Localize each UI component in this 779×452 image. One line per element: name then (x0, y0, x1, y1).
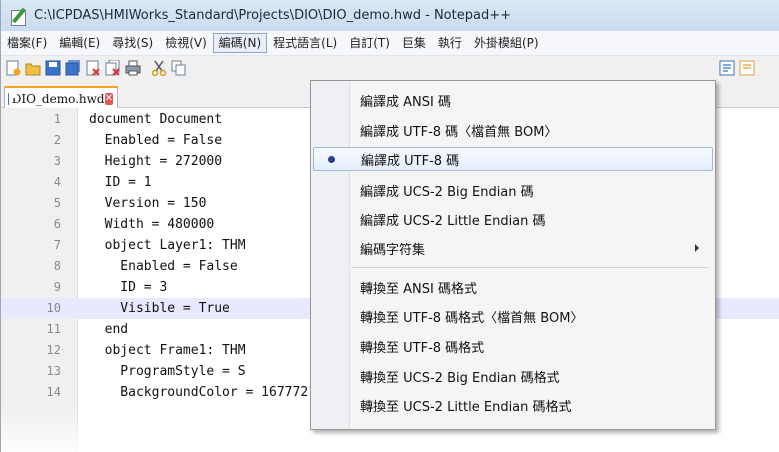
save-icon[interactable] (45, 60, 61, 76)
radio-bullet-icon (328, 155, 335, 163)
menu-encode-utf8[interactable]: 編譯成 UTF-8 碼 (313, 147, 713, 171)
open-file-icon[interactable] (25, 60, 41, 76)
line-text[interactable]: Enabled = False (89, 130, 222, 151)
menu-edit[interactable]: 編輯(E) (53, 33, 106, 53)
line-number: 7 (53, 238, 61, 252)
line-text[interactable]: BackgroundColor = 16777215 (89, 382, 324, 403)
notepad-plus-plus-window: C:\ICPDAS\HMIWorks_Standard\Projects\DIO… (0, 0, 779, 452)
line-text[interactable]: Enabled = False (89, 256, 237, 277)
line-number: 13 (46, 364, 61, 378)
line-text[interactable]: Width = 480000 (89, 214, 215, 235)
line-number: 11 (46, 322, 61, 336)
line-number: 5 (53, 196, 61, 210)
menu-convert-ucs2-be[interactable]: 轉換至 UCS-2 Big Endian 碼格式 (313, 364, 711, 388)
file-saved-icon (8, 92, 15, 105)
line-text[interactable]: ProgramStyle = S (89, 361, 245, 382)
menu-encode-ucs2-le[interactable]: 編譯成 UCS-2 Little Endian 碼 (313, 207, 711, 231)
menu-settings[interactable]: 自訂(T) (343, 33, 396, 53)
menu-item-label: 編碼字符集 (360, 242, 426, 258)
line-text[interactable]: end (89, 319, 129, 340)
title-bar[interactable]: C:\ICPDAS\HMIWorks_Standard\Projects\DIO… (1, 0, 779, 31)
menu-item-label: 轉換至 UCS-2 Little Endian 碼格式 (360, 399, 572, 415)
line-number: 6 (53, 217, 61, 231)
close-all-icon[interactable] (105, 59, 121, 76)
line-text[interactable]: Height = 272000 (89, 151, 222, 172)
menu-item-label: 編譯成 ANSI 碼 (360, 94, 451, 110)
line-text[interactable]: ID = 3 (89, 277, 167, 298)
line-text[interactable]: ID = 1 (89, 172, 152, 193)
line-number: 10 (46, 301, 61, 315)
menu-separator (351, 267, 709, 268)
line-text[interactable]: Version = 150 (89, 193, 207, 214)
line-number: 8 (53, 259, 61, 273)
menu-item-label: 轉換至 ANSI 碼格式 (360, 281, 477, 297)
menu-search[interactable]: 尋找(S) (106, 33, 159, 53)
menu-convert-utf8[interactable]: 轉換至 UTF-8 碼格式 (313, 334, 711, 358)
toolbar (1, 56, 779, 82)
menu-bar: 檔案(F) 編輯(E) 尋找(S) 檢視(V) 編碼(N) 程式語言(L) 自訂… (1, 31, 779, 56)
save-all-icon[interactable] (65, 60, 81, 76)
line-number: 4 (53, 175, 61, 189)
menu-item-label: 編譯成 UCS-2 Little Endian 碼 (360, 213, 546, 229)
line-number: 14 (46, 385, 61, 399)
menu-file[interactable]: 檔案(F) (1, 33, 53, 53)
tab-dio-demo[interactable]: DIO_demo.hwd ✕ (4, 86, 118, 109)
menu-item-label: 轉換至 UCS-2 Big Endian 碼格式 (360, 370, 560, 386)
menu-macro[interactable]: 巨集 (396, 33, 432, 53)
line-number: 1 (53, 112, 61, 126)
menu-plugins[interactable]: 外掛模組(P) (468, 33, 545, 53)
notepad-app-icon (10, 7, 28, 26)
word-wrap-icon[interactable] (719, 60, 735, 76)
line-number: 3 (53, 154, 61, 168)
line-text[interactable]: object Frame1: THM (89, 340, 246, 361)
menu-encode-ucs2-be[interactable]: 編譯成 UCS-2 Big Endian 碼 (313, 178, 711, 202)
menu-encode-ansi[interactable]: 編譯成 ANSI 碼 (313, 88, 711, 112)
line-text[interactable]: Visible = True (89, 298, 230, 319)
submenu-arrow-icon (695, 244, 699, 252)
menu-convert-ansi[interactable]: 轉換至 ANSI 碼格式 (313, 275, 711, 299)
cut-icon[interactable] (151, 60, 167, 77)
encoding-dropdown-menu: 編譯成 ANSI 碼 編譯成 UTF-8 碼〈檔首無 BOM〉 編譯成 UTF-… (310, 80, 716, 430)
menu-convert-utf8-no-bom[interactable]: 轉換至 UTF-8 碼格式〈檔首無 BOM〉 (313, 304, 711, 328)
menu-run[interactable]: 執行 (432, 33, 468, 53)
show-all-chars-icon[interactable] (739, 60, 755, 76)
new-file-icon[interactable] (5, 60, 21, 76)
close-file-icon[interactable] (85, 60, 101, 76)
window-title: C:\ICPDAS\HMIWorks_Standard\Projects\DIO… (34, 8, 511, 23)
menu-item-label: 編譯成 UTF-8 碼〈檔首無 BOM〉 (360, 124, 558, 140)
tab-label: DIO_demo.hwd (11, 91, 105, 106)
menu-view[interactable]: 檢視(V) (159, 33, 213, 53)
menu-item-label: 編譯成 UCS-2 Big Endian 碼 (360, 184, 534, 200)
menu-convert-ucs2-le[interactable]: 轉換至 UCS-2 Little Endian 碼格式 (313, 393, 711, 417)
menu-character-sets[interactable]: 編碼字符集 (313, 236, 711, 260)
copy-icon[interactable] (171, 60, 187, 76)
print-icon[interactable] (125, 60, 141, 76)
menu-encoding[interactable]: 編碼(N) (212, 33, 268, 53)
line-number: 12 (46, 343, 61, 357)
line-text[interactable]: object Layer1: THM (89, 235, 246, 256)
menu-encode-utf8-no-bom[interactable]: 編譯成 UTF-8 碼〈檔首無 BOM〉 (313, 118, 711, 142)
menu-language[interactable]: 程式語言(L) (267, 33, 343, 53)
menu-item-label: 編譯成 UTF-8 碼 (361, 153, 460, 169)
line-number: 2 (53, 133, 61, 147)
line-number: 9 (53, 280, 61, 294)
menu-item-label: 轉換至 UTF-8 碼格式〈檔首無 BOM〉 (360, 310, 584, 326)
menu-item-label: 轉換至 UTF-8 碼格式 (360, 340, 485, 356)
line-text[interactable]: document Document (89, 109, 222, 130)
tab-close-icon[interactable]: ✕ (104, 92, 113, 105)
